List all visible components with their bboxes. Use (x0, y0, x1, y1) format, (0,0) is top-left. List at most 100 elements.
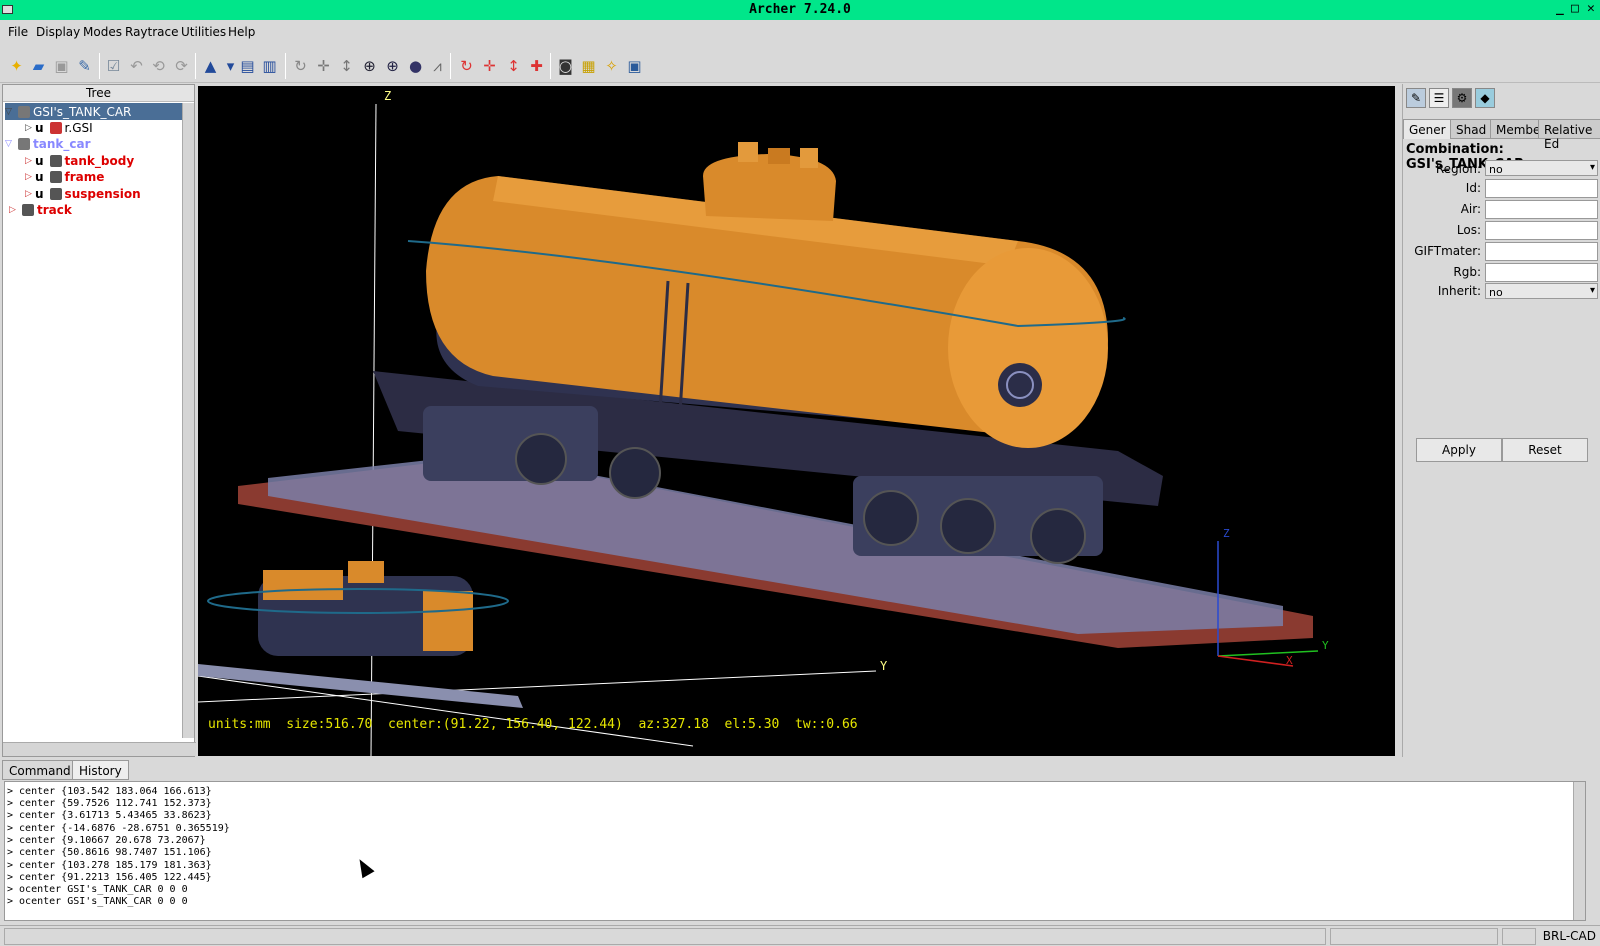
open-folder-icon[interactable]: ▰ (28, 55, 49, 76)
z-axis-label: Z (384, 89, 391, 103)
minimize-icon[interactable]: _ (1556, 1, 1564, 16)
raytrace-icon[interactable]: ▦ (578, 55, 599, 76)
zoom-view-icon[interactable]: ⊕ (382, 55, 403, 76)
redo-all-icon[interactable]: ⟳ (171, 55, 192, 76)
console-scrollbar[interactable] (1573, 782, 1585, 920)
menu-utilities[interactable]: Utilities (181, 25, 226, 39)
save-icon[interactable]: ▣ (51, 55, 72, 76)
tree-node-flag: u (35, 153, 44, 168)
tree-node-r-gsi[interactable]: ▷ u r.GSI (25, 119, 93, 136)
tree-node-flag: u (35, 186, 44, 201)
expand-icon[interactable]: ▷ (25, 123, 35, 133)
wheel (940, 498, 996, 554)
viewport-status: units:mm size:516.70 center:(91.22, 156.… (208, 717, 858, 732)
reset-button[interactable]: Reset (1502, 438, 1588, 462)
layers-icon[interactable]: ▤ (237, 55, 258, 76)
status-bar: BRL-CAD (0, 925, 1600, 946)
sphere-view-icon[interactable]: ● (405, 55, 426, 76)
revert-icon[interactable]: ⟲ (148, 55, 169, 76)
tree-vertical-scrollbar[interactable] (182, 103, 194, 738)
tree-node-track[interactable]: ▷ track (9, 201, 72, 218)
expand-icon[interactable]: ▷ (25, 172, 35, 182)
close-icon[interactable]: ✕ (1587, 1, 1595, 16)
rotate-object-icon[interactable]: ↻ (456, 55, 477, 76)
checkpoint-icon[interactable]: ☑ (103, 55, 124, 76)
region-select[interactable]: no (1485, 160, 1598, 176)
los-field[interactable] (1485, 221, 1598, 240)
collapse-icon[interactable]: ▽ (5, 107, 15, 117)
translate-object-icon[interactable]: ✛ (479, 55, 500, 76)
tree-node-label: track (37, 202, 72, 217)
dome-valve (768, 148, 790, 164)
translate-view-icon[interactable]: ✛ (313, 55, 334, 76)
menu-display[interactable]: Display (36, 25, 80, 39)
history-line: > center {91.2213 156.405 122.445} (7, 872, 212, 883)
gizmo-y-axis (1217, 650, 1319, 657)
air-field[interactable] (1485, 200, 1598, 219)
collapse-icon[interactable]: ▽ (5, 139, 15, 149)
combination-icon (22, 203, 34, 216)
combination-icon (49, 154, 62, 167)
menu-modes[interactable]: Modes (83, 25, 122, 39)
history-line: > center {50.8616 98.7407 151.106} (7, 847, 212, 858)
broom-icon[interactable]: ✧ (601, 55, 622, 76)
tab-history[interactable]: History (72, 760, 129, 780)
id-field[interactable] (1485, 179, 1598, 198)
menu-raytrace[interactable]: Raytrace (125, 25, 179, 39)
apply-button[interactable]: Apply (1416, 438, 1502, 462)
tree-node-flag: u (35, 120, 44, 135)
maximize-icon[interactable]: □ (1571, 1, 1579, 16)
scale-object-icon[interactable]: ↕ (503, 55, 524, 76)
graphics-viewport[interactable]: Z Y Z Y X units:mm size:516.70 center:(9… (198, 86, 1395, 756)
compass-icon[interactable]: ⩘ (427, 55, 448, 76)
tree-node-tank-car[interactable]: ▽ tank_car (5, 135, 91, 152)
columns-icon[interactable]: ▥ (259, 55, 280, 76)
wrench-icon[interactable]: ✎ (74, 55, 95, 76)
undo-icon[interactable]: ↶ (126, 55, 147, 76)
giftmater-field[interactable] (1485, 242, 1598, 261)
tab-command[interactable]: Command (2, 760, 78, 780)
edit-attributes-icon[interactable]: ✎ (1406, 88, 1426, 108)
tree-node-tank-body[interactable]: ▷ u tank_body (25, 152, 134, 169)
status-indicator (1502, 928, 1536, 945)
tab-relative-edit[interactable]: Relative Ed (1538, 119, 1600, 151)
history-line: > center {59.7526 112.741 152.373} (7, 798, 212, 809)
tab-general[interactable]: Gener (1403, 119, 1452, 139)
camera-icon[interactable]: ◙ (555, 55, 576, 76)
gizmo-x-label: X (1286, 654, 1293, 667)
tab-shader[interactable]: Shad (1450, 119, 1493, 139)
tree-node-frame[interactable]: ▷ u frame (25, 168, 104, 185)
screenshot-icon[interactable]: ▣ (624, 55, 645, 76)
new-file-icon[interactable]: ✦ (6, 55, 27, 76)
rotate-view-icon[interactable]: ↻ (290, 55, 311, 76)
tree-node-label: frame (64, 169, 105, 184)
expand-icon[interactable]: ▷ (9, 205, 19, 215)
list-view-icon[interactable]: ☰ (1429, 88, 1449, 108)
history-line: > ocenter GSI's_TANK_CAR 0 0 0 (7, 896, 188, 907)
attributes-panel: ✎ ☰ ⚙ ◆ Gener Shad Membe Relative Ed Com… (1402, 84, 1600, 757)
expand-icon[interactable]: ▷ (25, 189, 35, 199)
brand-label: BRL-CAD (1542, 929, 1596, 943)
center-view-icon[interactable]: ⊕ (359, 55, 380, 76)
center-object-icon[interactable]: ✚ (526, 55, 547, 76)
small-tank-end (263, 570, 343, 600)
tree-horizontal-scrollbar[interactable] (3, 742, 196, 756)
history-console[interactable]: > center {103.542 183.064 166.613} > cen… (4, 781, 1586, 921)
tree-node-label: GSI's_TANK_CAR (33, 104, 132, 119)
menu-file[interactable]: File (8, 25, 28, 39)
tree-node-gsis-tank-car[interactable]: ▽ GSI's_TANK_CAR (5, 103, 183, 120)
tools-icon[interactable]: ⚙ (1452, 88, 1472, 108)
small-tank-end (423, 591, 473, 651)
toolbar-separator (99, 53, 100, 79)
inherit-select[interactable]: no (1485, 283, 1598, 299)
combination-tool-icon[interactable]: ◆ (1475, 88, 1495, 108)
primitive-wizard-icon[interactable]: ▲ (200, 55, 221, 76)
combination-icon (49, 187, 62, 200)
tree-node-suspension[interactable]: ▷ u suspension (25, 185, 141, 202)
scale-view-icon[interactable]: ↕ (336, 55, 357, 76)
giftmater-label: GIFTmater: (1414, 244, 1481, 258)
history-line: > center {103.542 183.064 166.613} (7, 786, 212, 797)
expand-icon[interactable]: ▷ (25, 156, 35, 166)
rgb-field[interactable] (1485, 263, 1598, 282)
menu-help[interactable]: Help (228, 25, 255, 39)
